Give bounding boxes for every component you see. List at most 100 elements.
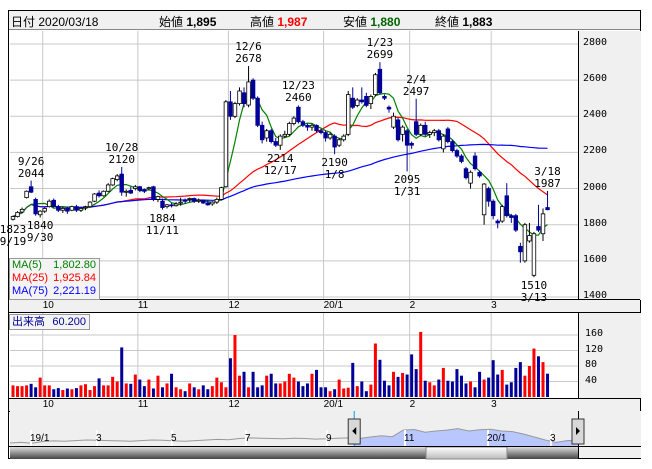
candle-body: [441, 135, 446, 150]
candle-body: [459, 155, 464, 162]
candle-body: [282, 133, 287, 137]
candle-body: [468, 171, 473, 184]
candle-body: [327, 133, 333, 139]
candle-body: [382, 96, 387, 99]
candle-body: [522, 224, 528, 262]
candle-body: [278, 135, 283, 146]
candle-body: [377, 68, 383, 94]
candle-body: [432, 130, 437, 133]
candle-body: [445, 128, 451, 142]
candle-body: [56, 206, 61, 211]
volume-bar: [129, 383, 133, 397]
candle-body: [436, 130, 442, 141]
volume-bar: [496, 374, 500, 397]
candle-body: [142, 189, 147, 192]
candle-body: [182, 199, 188, 202]
volume-bar: [197, 389, 201, 397]
candle-body: [37, 210, 43, 216]
price-annotation: 2460: [285, 91, 312, 105]
volume-bar: [61, 390, 65, 397]
candle-body: [359, 99, 365, 103]
candle-body: [314, 124, 319, 132]
volume-bar: [151, 388, 155, 397]
price-annotation: 9/19: [0, 234, 27, 248]
ma5-legend: MA(5) 1,802.80: [12, 259, 99, 272]
volume-legend: 出来高 60.200: [9, 314, 90, 330]
volume-bar: [260, 385, 264, 397]
candle-body: [210, 201, 215, 205]
candle-body: [477, 171, 482, 177]
candle-body: [509, 215, 514, 218]
volume-bar: [142, 386, 146, 397]
month-label: 11: [137, 399, 149, 410]
volume-bar: [34, 387, 38, 397]
volume-bar: [446, 380, 450, 397]
volume-bar: [410, 354, 414, 397]
volume-bar: [378, 359, 382, 397]
candle-body: [418, 124, 423, 135]
candle-body: [214, 199, 220, 203]
candle-body: [518, 245, 523, 253]
volume-tick-label: 40: [585, 374, 598, 386]
candle-body: [346, 94, 351, 135]
candle-body: [101, 190, 106, 197]
volume-bar: [102, 385, 106, 397]
volume-bar: [265, 375, 269, 397]
volume-bar: [478, 371, 482, 397]
candle-body: [237, 90, 242, 105]
volume-bar: [247, 387, 251, 397]
ma25-label: MA(25): [12, 272, 49, 284]
volume-bar: [450, 381, 454, 397]
candle-body: [504, 195, 509, 217]
candle-body: [69, 206, 75, 211]
volume-bar: [523, 375, 527, 397]
candle-body: [373, 74, 378, 95]
month-label: 10: [42, 399, 54, 410]
volume-bar: [459, 375, 463, 397]
volume-bar: [47, 385, 51, 397]
volume-bar: [437, 379, 441, 397]
price-annotation: 2497: [402, 84, 430, 98]
volume-bar: [256, 387, 260, 397]
volume-bar: [188, 383, 192, 397]
scrollbar-thumb[interactable]: [425, 446, 508, 460]
volume-bar: [301, 386, 305, 397]
volume-bar: [287, 373, 291, 397]
volume-bar: [20, 386, 24, 397]
candle-body: [332, 135, 337, 148]
candle-body: [232, 103, 238, 117]
candle-body: [291, 117, 297, 124]
month-label: 2: [409, 399, 416, 410]
volume-bar: [278, 383, 282, 397]
volume-bar: [296, 381, 300, 397]
volume-bar: [355, 386, 359, 397]
navigator-label: 9: [326, 433, 332, 444]
candle-body: [427, 132, 432, 135]
volume-bar: [441, 367, 445, 397]
candle-body: [368, 96, 374, 105]
ma75-label: MA(75): [12, 285, 49, 297]
candle-body: [74, 206, 79, 211]
candle-body: [273, 141, 278, 146]
candle-body: [395, 119, 401, 141]
navigator-label: 20/1: [487, 433, 507, 444]
candle-body: [246, 81, 251, 106]
volume-bar: [106, 385, 110, 397]
volume-bar: [351, 362, 355, 397]
volume-bar: [487, 377, 491, 397]
candle-body: [300, 121, 306, 126]
volume-bar: [541, 362, 545, 397]
volume-bar: [509, 382, 513, 397]
price-tick-label: 2400: [583, 109, 608, 121]
candle-body: [527, 235, 532, 242]
volume-bar: [79, 385, 83, 397]
volume-bar: [38, 377, 42, 397]
candle-body: [481, 183, 487, 216]
volume-bar: [65, 388, 69, 397]
volume-bar: [120, 347, 124, 397]
volume-bar: [342, 388, 346, 397]
volume-bar: [387, 385, 391, 397]
candle-body: [490, 200, 496, 217]
candle-body: [42, 208, 47, 212]
volume-bar: [532, 348, 536, 397]
